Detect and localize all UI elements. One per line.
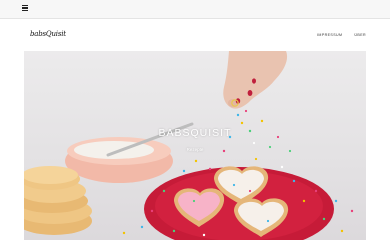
- site-logo[interactable]: babsQuisit: [30, 30, 66, 38]
- main-nav: IMPRESSUM ÜBER: [317, 33, 366, 37]
- site-header: babsQuisit IMPRESSUM ÜBER: [0, 19, 390, 51]
- nav-link-uber[interactable]: ÜBER: [354, 33, 366, 37]
- hero-subtitle[interactable]: Rezepte: [24, 147, 366, 152]
- nav-link-impressum[interactable]: IMPRESSUM: [317, 33, 342, 37]
- hero-photo: [24, 51, 354, 240]
- hamburger-menu-icon[interactable]: [22, 5, 28, 11]
- hero-banner[interactable]: BABSQUISIT Rezepte: [24, 51, 366, 240]
- top-bar: [0, 0, 390, 19]
- hero-title[interactable]: BABSQUISIT: [24, 127, 366, 139]
